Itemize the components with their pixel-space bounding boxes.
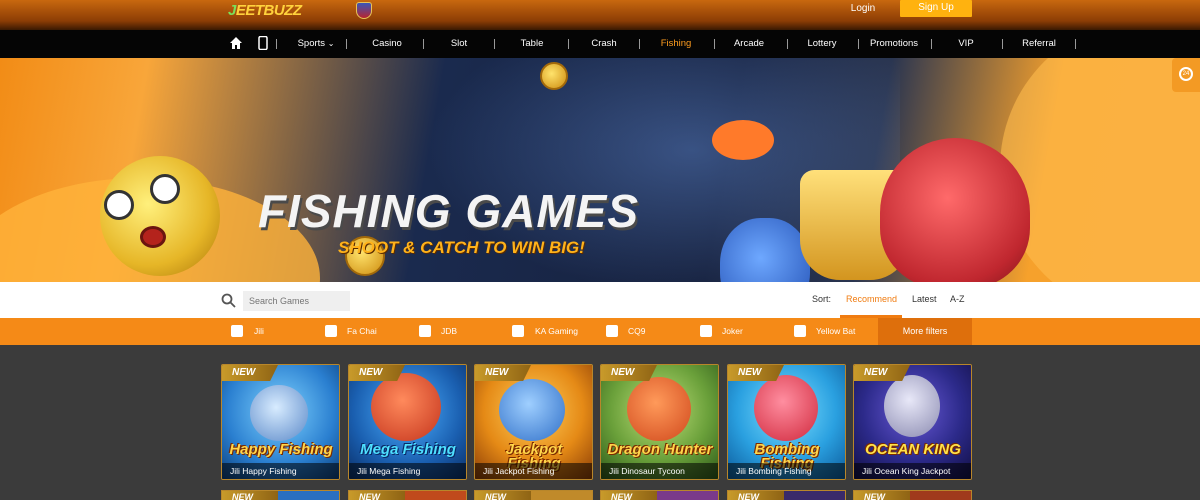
new-badge: NEW	[601, 365, 657, 381]
new-badge: NEW	[854, 365, 910, 381]
game-card[interactable]: NEW	[600, 490, 719, 500]
new-badge: NEW	[475, 491, 531, 500]
game-name: Jili Happy Fishing	[222, 463, 339, 479]
game-card[interactable]: NEW OCEAN KING Jili Ocean King Jackpot	[853, 364, 972, 480]
sort-option-recommend[interactable]: Recommend	[846, 294, 897, 304]
nav-item-vip[interactable]: VIP	[954, 37, 978, 51]
game-logo: Mega Fishing	[360, 441, 456, 458]
new-badge: NEW	[728, 365, 784, 381]
nav-item-casino[interactable]: Casino	[368, 37, 406, 51]
octopus-illustration	[880, 138, 1030, 282]
game-card[interactable]: NEW	[221, 490, 340, 500]
site-logo[interactable]: JEETBUZZ	[228, 2, 302, 19]
new-badge: NEW	[475, 365, 531, 381]
nav-item-table[interactable]: Table	[516, 37, 548, 51]
game-card[interactable]: NEW	[348, 490, 467, 500]
nav-separator	[494, 39, 495, 49]
banner-title: FISHING GAMES	[258, 185, 640, 237]
new-badge: NEW	[349, 491, 405, 500]
nav-item-lottery[interactable]: Lottery	[804, 37, 840, 51]
checkbox[interactable]	[700, 325, 712, 337]
game-card[interactable]: NEW Happy Fishing Jili Happy Fishing	[221, 364, 340, 480]
nav-separator	[931, 39, 932, 49]
search-icon[interactable]	[221, 293, 236, 308]
filter-fa-chai[interactable]: Fa Chai	[325, 324, 395, 338]
new-badge: NEW	[728, 491, 784, 500]
filter-yellow-bat[interactable]: Yellow Bat	[794, 324, 874, 338]
nav-item-slot[interactable]: Slot	[444, 37, 474, 51]
support-icon: 24	[1179, 67, 1193, 81]
nav-item-crash[interactable]: Crash	[588, 37, 620, 51]
provider-filter-bar: Jili Fa Chai JDB KA Gaming CQ9 Joker Yel…	[0, 318, 1200, 345]
nav-separator	[1075, 39, 1076, 49]
pufferfish-illustration	[100, 156, 220, 276]
game-name: Jili Ocean King Jackpot	[854, 463, 971, 479]
hero-banner[interactable]: FISHING GAMES SHOOT & CATCH TO WIN BIG!	[0, 58, 1200, 282]
filter-joker[interactable]: Joker	[700, 324, 760, 338]
banner-subtitle: SHOOT & CATCH TO WIN BIG!	[338, 238, 585, 257]
checkbox[interactable]	[512, 325, 524, 337]
home-icon[interactable]	[229, 36, 243, 50]
new-badge: NEW	[601, 491, 657, 500]
nav-item-arcade[interactable]: Arcade	[731, 37, 767, 51]
sort-option-latest[interactable]: Latest	[912, 294, 937, 304]
search-sort-bar: Sort: Recommend Latest A-Z	[0, 282, 1200, 318]
game-card[interactable]: NEW Jackpot Fishing Jili Jackpot Fishing	[474, 364, 593, 480]
new-badge: NEW	[854, 491, 910, 500]
nav-item-fishing[interactable]: Fishing	[657, 37, 695, 51]
signup-button[interactable]: Sign Up	[900, 0, 972, 17]
game-logo: OCEAN KING	[865, 441, 961, 458]
nav-separator	[346, 39, 347, 49]
nav-separator	[787, 39, 788, 49]
game-card[interactable]: NEW	[727, 490, 846, 500]
game-name: Jili Dinosaur Tycoon	[601, 463, 718, 479]
nav-separator	[568, 39, 569, 49]
nav-item-referral[interactable]: Referral	[1019, 37, 1059, 51]
main-nav: Sports ⌄ Casino Slot Table Crash Fishing…	[0, 30, 1200, 87]
game-card[interactable]: NEW Dragon Hunter Jili Dinosaur Tycoon	[600, 364, 719, 480]
checkbox[interactable]	[419, 325, 431, 337]
game-card[interactable]: NEW Bombing Fishing Jili Bombing Fishing	[727, 364, 846, 480]
nav-item-promotions[interactable]: Promotions	[868, 37, 920, 51]
more-filters-button[interactable]: More filters	[878, 318, 972, 345]
game-name: Jili Mega Fishing	[349, 463, 466, 479]
new-badge: NEW	[222, 491, 278, 500]
checkbox[interactable]	[231, 325, 243, 337]
game-name: Jili Bombing Fishing	[728, 463, 845, 479]
game-card[interactable]: NEW	[853, 490, 972, 500]
nav-separator	[858, 39, 859, 49]
fish-illustration	[712, 120, 774, 160]
game-logo: Dragon Hunter	[607, 441, 713, 458]
game-card[interactable]: NEW	[474, 490, 593, 500]
chevron-down-icon: ⌄	[327, 39, 335, 48]
sort-option-az[interactable]: A-Z	[950, 294, 965, 304]
game-card[interactable]: NEW Mega Fishing Jili Mega Fishing	[348, 364, 467, 480]
nav-separator	[639, 39, 640, 49]
filter-jili[interactable]: Jili	[231, 324, 291, 338]
nav-item-sports[interactable]: Sports ⌄	[294, 37, 338, 51]
checkbox[interactable]	[794, 325, 806, 337]
search-input[interactable]	[243, 291, 350, 311]
game-name: Jili Jackpot Fishing	[475, 463, 592, 479]
new-badge: NEW	[222, 365, 278, 381]
coin-illustration	[540, 62, 568, 90]
nav-separator	[423, 39, 424, 49]
nav-separator	[1002, 39, 1003, 49]
nav-separator	[714, 39, 715, 49]
game-logo: Happy Fishing	[229, 441, 333, 458]
new-badge: NEW	[349, 365, 405, 381]
filter-jdb[interactable]: JDB	[419, 324, 479, 338]
filter-cq9[interactable]: CQ9	[606, 324, 666, 338]
nav-separator	[276, 39, 277, 49]
checkbox[interactable]	[325, 325, 337, 337]
sort-label: Sort:	[812, 294, 832, 304]
top-bar: JEETBUZZ Login Sign Up	[0, 0, 1200, 30]
partner-badge-icon	[356, 2, 372, 19]
checkbox[interactable]	[606, 325, 618, 337]
login-button[interactable]: Login	[845, 2, 881, 16]
support-widget[interactable]: 24	[1172, 58, 1200, 92]
mobile-icon[interactable]	[258, 36, 268, 50]
filter-ka-gaming[interactable]: KA Gaming	[512, 324, 592, 338]
